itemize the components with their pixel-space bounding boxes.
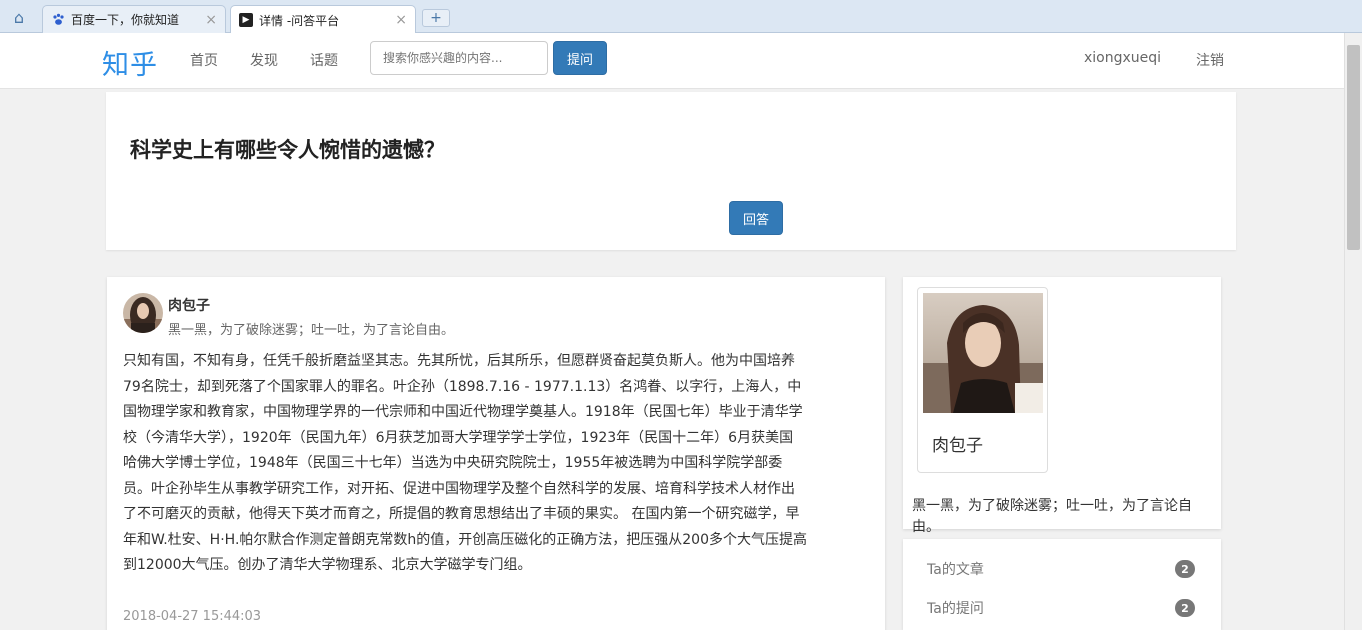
close-icon[interactable]: × bbox=[205, 12, 217, 28]
answer-card: 肉包子 黑一黑，为了破除迷雾；吐一吐，为了言论自由。 只知有国，不知有身，任凭千… bbox=[107, 277, 885, 630]
page-scrollbar[interactable] bbox=[1344, 33, 1362, 630]
browser-tab-strip: ⌂ 百度一下，你就知道 × ▶ 详情 -问答平台 × + bbox=[0, 0, 1362, 34]
terminal-icon: ▶ bbox=[239, 13, 253, 27]
author-bio: 黑一黑，为了破除迷雾；吐一吐，为了言论自由。 bbox=[168, 323, 455, 338]
stat-label: Ta的提问 bbox=[927, 601, 984, 617]
stat-articles[interactable]: Ta的文章 2 bbox=[927, 559, 1195, 579]
nav-discover-link[interactable]: 发现 bbox=[250, 50, 278, 70]
brand-logo[interactable]: 知乎 bbox=[102, 43, 158, 82]
home-icon[interactable]: ⌂ bbox=[6, 6, 32, 28]
tab-title: 百度一下，你就知道 bbox=[71, 13, 180, 27]
profile-card: 肉包子 黑一黑，为了破除迷雾；吐一吐，为了言论自由。 bbox=[903, 277, 1221, 535]
nav-home-link[interactable]: 首页 bbox=[190, 50, 218, 70]
stat-questions[interactable]: Ta的提问 2 bbox=[927, 598, 1195, 618]
author-name[interactable]: 肉包子 bbox=[168, 295, 210, 315]
stat-label: Ta的文章 bbox=[927, 562, 984, 578]
username-link[interactable]: xiongxueqi bbox=[1084, 50, 1161, 66]
logout-link[interactable]: 注销 bbox=[1196, 50, 1224, 70]
scrollbar-thumb[interactable] bbox=[1347, 45, 1360, 250]
answer-body: 只知有国，不知有身，任凭千般折磨益坚其志。先其所忧，后其所乐，但愿群贤奋起莫负斯… bbox=[123, 353, 807, 573]
browser-tab-baidu[interactable]: 百度一下，你就知道 × bbox=[42, 5, 226, 33]
search-input[interactable] bbox=[370, 41, 548, 75]
profile-thumbnail[interactable]: 肉包子 bbox=[917, 287, 1048, 473]
baidu-paw-icon bbox=[51, 13, 65, 27]
close-icon[interactable]: × bbox=[395, 12, 407, 28]
profile-avatar bbox=[923, 293, 1043, 413]
count-badge: 2 bbox=[1175, 599, 1195, 617]
user-stats-list: Ta的文章 2 Ta的提问 2 bbox=[903, 539, 1221, 630]
profile-name: 肉包子 bbox=[932, 436, 983, 456]
answer-button[interactable]: 回答 bbox=[729, 201, 783, 235]
count-badge: 2 bbox=[1175, 560, 1195, 578]
browser-tab-detail[interactable]: ▶ 详情 -问答平台 × bbox=[230, 5, 416, 34]
new-tab-button[interactable]: + bbox=[422, 9, 450, 27]
question-card: 科学史上有哪些令人惋惜的遗憾？ 回答 bbox=[106, 92, 1236, 250]
ask-question-button[interactable]: 提问 bbox=[553, 41, 607, 75]
top-navbar: 知乎 首页 发现 话题 提问 xiongxueqi 注销 bbox=[0, 33, 1344, 89]
answer-timestamp: 2018-04-27 15:44:03 bbox=[123, 609, 262, 624]
question-title: 科学史上有哪些令人惋惜的遗憾？ bbox=[130, 138, 445, 162]
profile-bio: 黑一黑，为了破除迷雾；吐一吐，为了言论自由。 bbox=[912, 498, 1192, 535]
author-avatar[interactable] bbox=[123, 293, 163, 333]
nav-topics-link[interactable]: 话题 bbox=[310, 50, 338, 70]
tab-title: 详情 -问答平台 bbox=[259, 13, 340, 28]
